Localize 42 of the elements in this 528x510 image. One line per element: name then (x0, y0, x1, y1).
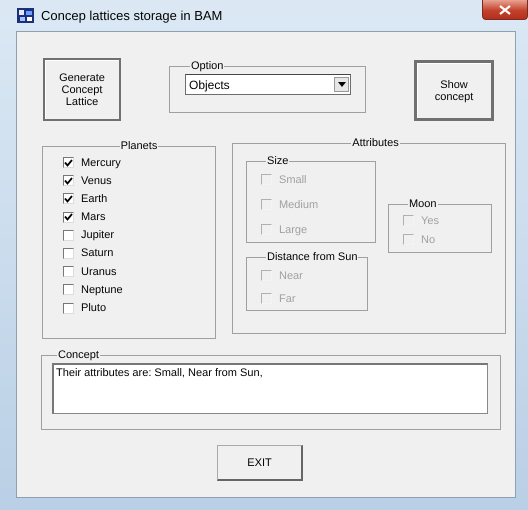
option-dropdown[interactable]: Objects (185, 74, 351, 95)
app-icon (17, 8, 34, 23)
group-label: Distance from Sun (266, 251, 358, 263)
checkbox[interactable] (63, 157, 74, 168)
dropdown-arrow-icon (338, 82, 346, 87)
group-label: Size (266, 155, 290, 167)
group-label: Option (190, 60, 224, 72)
checkbox-label: Pluto (81, 302, 106, 314)
checkbox[interactable] (63, 193, 74, 204)
checkbox-label: Small (279, 174, 307, 186)
exit-button[interactable]: EXIT (217, 445, 303, 481)
close-icon (499, 4, 511, 14)
checkbox[interactable] (63, 230, 74, 241)
checkbox-label: Saturn (81, 247, 114, 260)
checkbox-label: Yes (421, 214, 439, 226)
group-label: Attributes (351, 137, 400, 149)
group-label: Planets (120, 140, 158, 152)
checkbox-label: Venus (81, 174, 112, 187)
checkbox[interactable] (63, 302, 74, 314)
show-concept-button[interactable]: Show concept (414, 60, 494, 121)
window-title: Concep lattices storage in BAM (41, 8, 222, 23)
generate-button[interactable]: Generate Concept Lattice (43, 58, 121, 121)
group-label: Concept (57, 349, 100, 361)
checkbox-label: Large (279, 224, 308, 236)
checkbox-label: Medium (279, 198, 318, 210)
checkbox-label: Jupiter (81, 229, 114, 242)
checkbox[interactable] (63, 266, 74, 278)
checkbox-label: Earth (81, 192, 108, 205)
checkbox-label: Near (279, 270, 303, 282)
checkbox-label: Uranus (81, 266, 116, 278)
checkbox-label: No (421, 234, 436, 246)
concept-text-field[interactable]: Their attributes are: Small, Near from Sun, (52, 363, 488, 414)
checkbox[interactable] (63, 212, 74, 223)
checkbox[interactable] (63, 175, 74, 186)
checkbox-label: Neptune (81, 284, 123, 296)
close-button[interactable] (482, 0, 528, 20)
checkbox-label: Mercury (81, 156, 121, 168)
checkbox-label: Far (279, 292, 296, 304)
group-label: Moon (408, 198, 438, 210)
checkbox-label: Mars (81, 211, 106, 224)
checkbox[interactable] (63, 284, 74, 296)
checkbox[interactable] (63, 248, 74, 259)
